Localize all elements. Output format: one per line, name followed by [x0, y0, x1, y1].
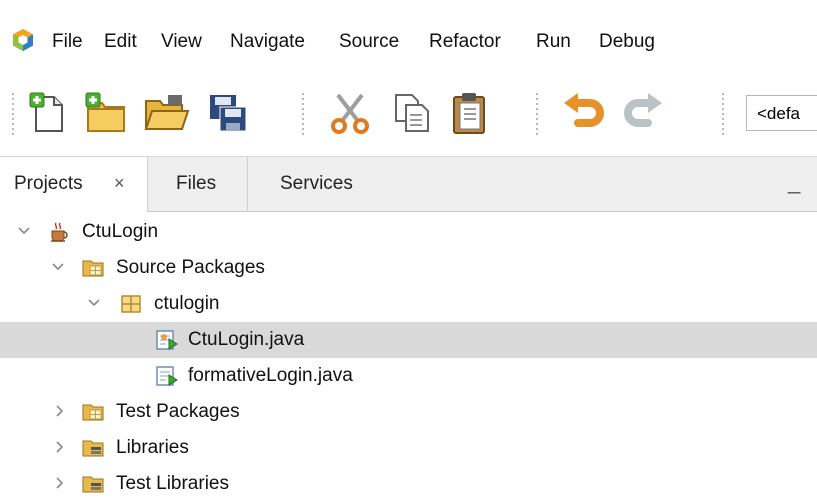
- tab-files-label: Files: [176, 173, 217, 194]
- save-all-icon[interactable]: [204, 89, 252, 137]
- tree-node-label: Source Packages: [116, 257, 265, 278]
- chevron-right-icon[interactable]: [52, 475, 68, 491]
- minimize-window-icon[interactable]: _: [788, 169, 800, 195]
- menu-view[interactable]: View: [161, 30, 202, 54]
- chevron-down-icon[interactable]: [16, 223, 32, 239]
- java-project-icon: [48, 221, 70, 243]
- redo-icon[interactable]: [618, 89, 666, 137]
- tree-node-label: CtuLogin.java: [188, 329, 305, 350]
- cut-icon[interactable]: [326, 89, 374, 137]
- copy-icon[interactable]: [388, 89, 436, 137]
- chevron-right-icon[interactable]: [52, 439, 68, 455]
- project-configuration-combo[interactable]: <defa: [746, 95, 817, 131]
- tree-node-ctulogin-project[interactable]: CtuLogin: [0, 214, 817, 250]
- tab-files[interactable]: Files: [148, 157, 248, 211]
- java-main-class-icon: [156, 329, 178, 351]
- menu-file[interactable]: File: [52, 30, 83, 54]
- chevron-down-icon[interactable]: [50, 259, 66, 275]
- tree-node-test-packages[interactable]: Test Packages: [0, 394, 817, 430]
- close-icon[interactable]: ×: [114, 173, 125, 194]
- chevron-right-icon[interactable]: [52, 403, 68, 419]
- tree-node-libraries[interactable]: Libraries: [0, 430, 817, 466]
- menu-source[interactable]: Source: [339, 30, 399, 54]
- project-tree: CtuLogin Source Packages ctulogin CtuLog…: [0, 212, 817, 495]
- tree-node-label: formativeLogin.java: [188, 365, 353, 386]
- menu-navigate[interactable]: Navigate: [230, 30, 305, 54]
- test-libraries-icon: [82, 473, 104, 495]
- source-packages-icon: [82, 257, 104, 279]
- libraries-icon: [82, 437, 104, 459]
- tree-node-ctulogin-java[interactable]: CtuLogin.java: [0, 322, 817, 358]
- tree-node-test-libraries[interactable]: Test Libraries: [0, 466, 817, 502]
- project-configuration-value: <defa: [757, 104, 801, 123]
- tab-services[interactable]: Services: [248, 157, 388, 211]
- tree-node-label: Test Libraries: [116, 473, 229, 494]
- package-icon: [120, 293, 142, 315]
- explorer-tab-bar: Projects × Files Services _: [0, 157, 817, 212]
- menu-edit[interactable]: Edit: [104, 30, 137, 54]
- menu-refactor[interactable]: Refactor: [429, 30, 501, 54]
- tree-node-ctulogin-package[interactable]: ctulogin: [0, 286, 817, 322]
- java-class-icon: [156, 365, 178, 387]
- chevron-down-icon[interactable]: [86, 295, 102, 311]
- new-project-icon[interactable]: [82, 89, 130, 137]
- menu-debug[interactable]: Debug: [599, 30, 655, 54]
- tree-node-label: Test Packages: [116, 401, 240, 422]
- toolbar-grip[interactable]: [302, 93, 304, 137]
- tree-node-label: ctulogin: [154, 293, 220, 314]
- netbeans-logo-icon: [12, 28, 34, 52]
- toolbar: <defa: [0, 80, 817, 157]
- test-packages-icon: [82, 401, 104, 423]
- tree-node-label: Libraries: [116, 437, 189, 458]
- tab-services-label: Services: [280, 173, 353, 194]
- toolbar-grip[interactable]: [722, 93, 724, 137]
- tree-node-label: CtuLogin: [82, 221, 159, 242]
- toolbar-grip[interactable]: [12, 93, 14, 137]
- tab-projects-label: Projects: [14, 173, 83, 194]
- toolbar-grip[interactable]: [536, 93, 538, 137]
- menu-bar: File Edit View Navigate Source Refactor …: [0, 0, 817, 80]
- tree-node-formativelogin-java[interactable]: formativeLogin.java: [0, 358, 817, 394]
- new-file-icon[interactable]: [24, 89, 72, 137]
- undo-icon[interactable]: [560, 89, 608, 137]
- open-project-icon[interactable]: [142, 89, 190, 137]
- tab-projects[interactable]: Projects ×: [0, 157, 148, 212]
- tree-node-source-packages[interactable]: Source Packages: [0, 250, 817, 286]
- menu-run[interactable]: Run: [536, 30, 571, 54]
- paste-icon[interactable]: [446, 89, 494, 137]
